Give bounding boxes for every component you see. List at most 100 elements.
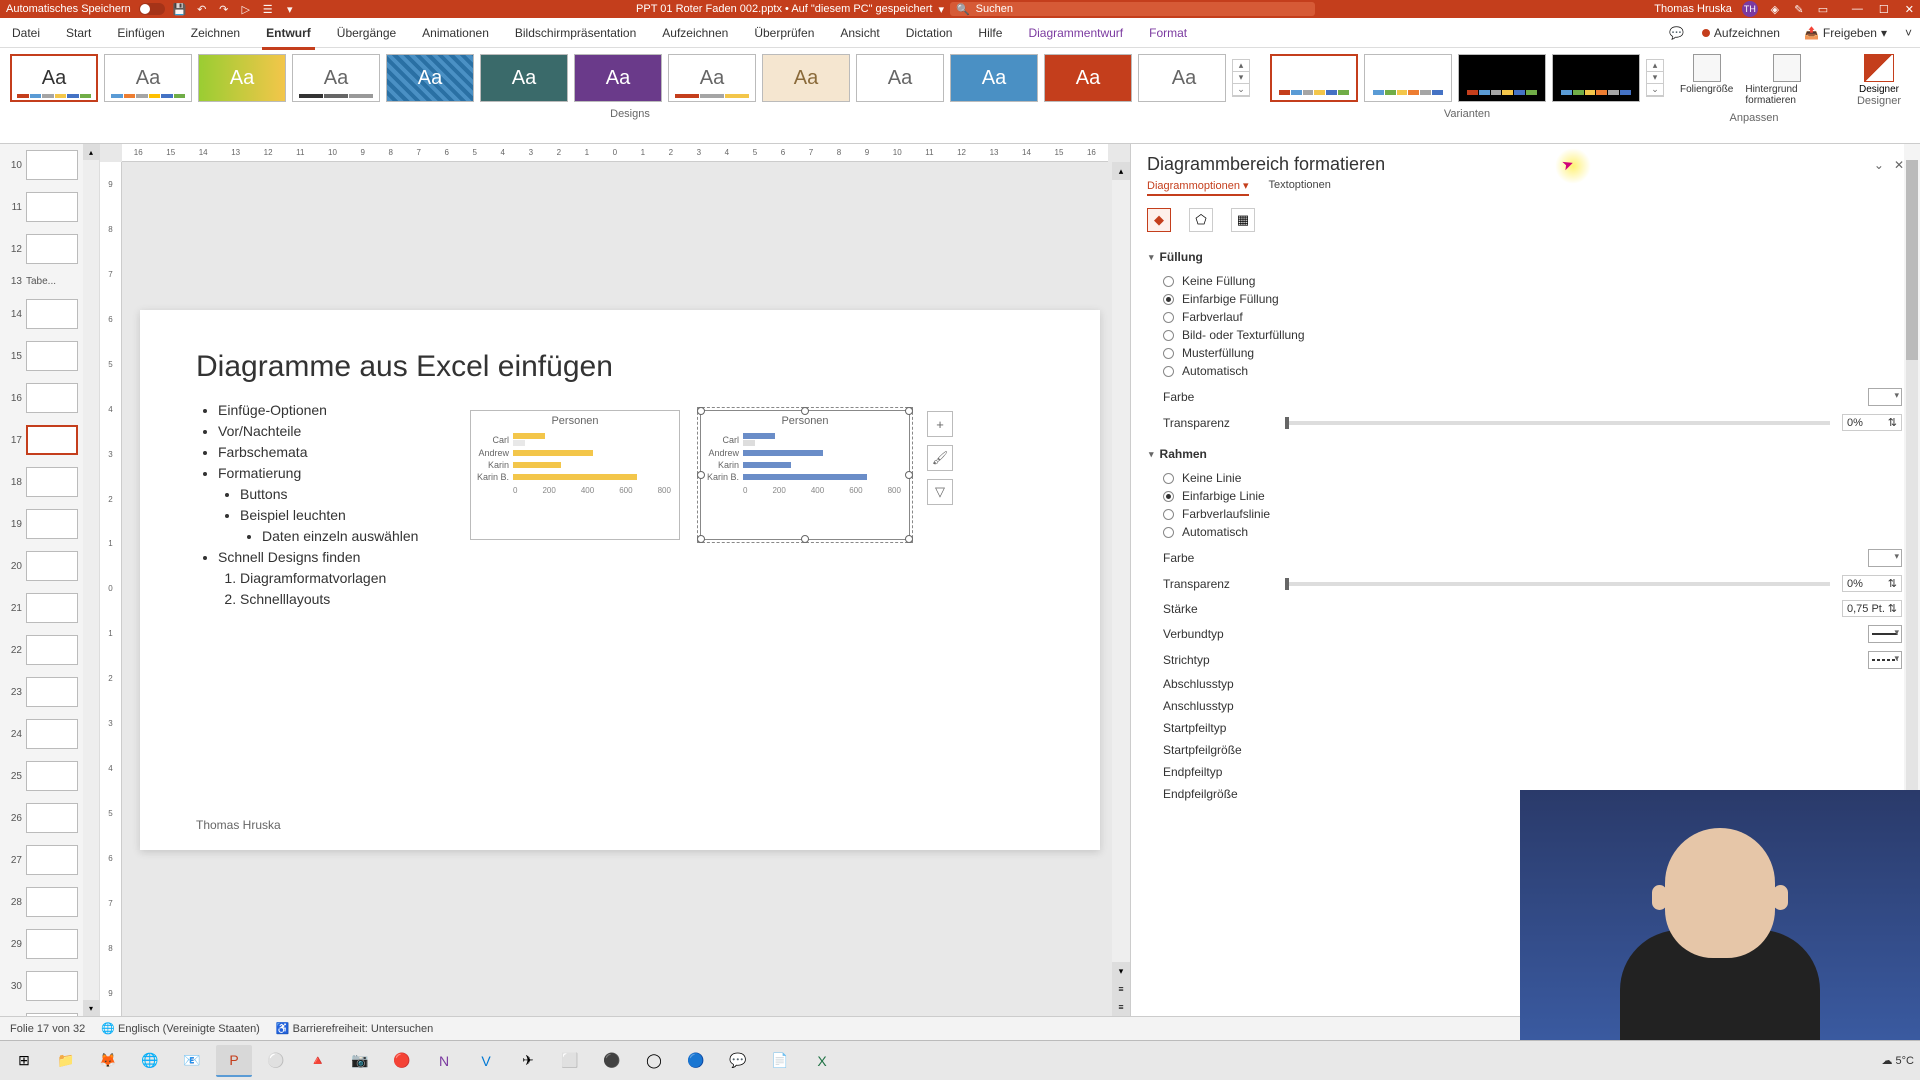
pane-close-icon[interactable]: ✕ xyxy=(1894,158,1904,172)
start-show-icon[interactable]: ▷ xyxy=(239,2,253,16)
accessibility-status[interactable]: ♿ Barrierefreiheit: Untersuchen xyxy=(276,1022,433,1035)
variant-4[interactable] xyxy=(1552,54,1640,102)
designer-button[interactable]: Designer xyxy=(1859,54,1899,95)
variant-1[interactable] xyxy=(1270,54,1358,102)
diamond-icon[interactable]: ◈ xyxy=(1768,2,1782,16)
border-compound-picker[interactable] xyxy=(1868,625,1902,643)
slide-panel-scrollbar[interactable]: ▴ ▾ xyxy=(83,144,99,1016)
resize-handle[interactable] xyxy=(905,535,913,543)
redo-icon[interactable]: ↷ xyxy=(217,2,231,16)
theme-2[interactable]: Aa xyxy=(104,54,192,102)
fill-color-picker[interactable] xyxy=(1868,388,1902,406)
size-props-icon[interactable]: ▦ xyxy=(1231,208,1255,232)
tab-einfuegen[interactable]: Einfügen xyxy=(113,22,168,44)
user-avatar[interactable]: TH xyxy=(1742,1,1758,17)
maximize-icon[interactable]: ☐ xyxy=(1879,3,1889,16)
scroll-up-icon[interactable]: ▴ xyxy=(83,144,99,160)
comments-icon[interactable]: 💬 xyxy=(1669,26,1684,40)
prev-slide-icon[interactable]: ≡ xyxy=(1112,980,1130,998)
resize-handle[interactable] xyxy=(697,407,705,415)
tab-entwurf[interactable]: Entwurf xyxy=(262,22,315,44)
tab-hilfe[interactable]: Hilfe xyxy=(974,22,1006,44)
border-gradient[interactable]: Farbverlaufslinie xyxy=(1163,505,1902,523)
fill-solid[interactable]: Einfarbige Füllung xyxy=(1163,290,1902,308)
fill-transp-slider[interactable] xyxy=(1285,421,1830,425)
search-box[interactable]: 🔍 Suchen xyxy=(950,2,1315,16)
resize-handle[interactable] xyxy=(801,407,809,415)
taskbar-obs-icon[interactable]: ⚫ xyxy=(594,1045,630,1077)
slide-counter[interactable]: Folie 17 von 32 xyxy=(10,1023,85,1035)
scroll-down-icon[interactable]: ▾ xyxy=(83,1000,99,1016)
taskbar-app7-icon[interactable]: 💬 xyxy=(720,1045,756,1077)
theme-6[interactable]: Aa xyxy=(480,54,568,102)
collapse-ribbon-icon[interactable]: ˅ xyxy=(1905,26,1912,40)
taskbar-app-icon[interactable]: ⚪ xyxy=(258,1045,294,1077)
qat-more-icon[interactable]: ▾ xyxy=(283,2,297,16)
tab-chart-options[interactable]: Diagrammoptionen ▾ xyxy=(1147,179,1249,196)
themes-expand[interactable]: ▴▾⌄ xyxy=(1232,59,1250,97)
taskbar-app2-icon[interactable]: 📷 xyxy=(342,1045,378,1077)
touch-mode-icon[interactable]: ☰ xyxy=(261,2,275,16)
variants-expand[interactable]: ▴▾⌄ xyxy=(1646,59,1664,97)
theme-13[interactable]: Aa xyxy=(1138,54,1226,102)
taskbar-telegram-icon[interactable]: ✈ xyxy=(510,1045,546,1077)
taskbar-app3-icon[interactable]: 🔴 xyxy=(384,1045,420,1077)
taskbar-app5-icon[interactable]: ◯ xyxy=(636,1045,672,1077)
format-background-button[interactable]: Hintergrund formatieren xyxy=(1745,54,1828,106)
taskbar-excel-icon[interactable]: X xyxy=(804,1045,840,1077)
minimize-icon[interactable]: — xyxy=(1852,3,1863,16)
border-transp-value[interactable]: 0%⇅ xyxy=(1842,575,1902,592)
tab-datei[interactable]: Datei xyxy=(8,22,44,44)
tab-ansicht[interactable]: Ansicht xyxy=(836,22,883,44)
border-width-value[interactable]: 0,75 Pt.⇅ xyxy=(1842,600,1902,617)
theme-7[interactable]: Aa xyxy=(574,54,662,102)
taskbar-chrome-icon[interactable]: 🌐 xyxy=(132,1045,168,1077)
tab-diagrammentwurf[interactable]: Diagrammentwurf xyxy=(1024,22,1127,44)
fill-none[interactable]: Keine Füllung xyxy=(1163,272,1902,290)
theme-12[interactable]: Aa xyxy=(1044,54,1132,102)
variant-2[interactable] xyxy=(1364,54,1452,102)
taskbar-vscode-icon[interactable]: V xyxy=(468,1045,504,1077)
variant-3[interactable] xyxy=(1458,54,1546,102)
taskbar-explorer-icon[interactable]: 📁 xyxy=(48,1045,84,1077)
tab-text-options[interactable]: Textoptionen xyxy=(1269,179,1331,196)
tab-format[interactable]: Format xyxy=(1145,22,1191,44)
theme-11[interactable]: Aa xyxy=(950,54,1038,102)
chart-left[interactable]: Personen CarlAndrewKarinKarin B. 0200400… xyxy=(470,410,680,540)
resize-handle[interactable] xyxy=(697,471,705,479)
border-none[interactable]: Keine Linie xyxy=(1163,469,1902,487)
fill-auto[interactable]: Automatisch xyxy=(1163,362,1902,380)
resize-handle[interactable] xyxy=(697,535,705,543)
tab-animationen[interactable]: Animationen xyxy=(418,22,493,44)
fill-pattern[interactable]: Musterfüllung xyxy=(1163,344,1902,362)
fill-picture[interactable]: Bild- oder Texturfüllung xyxy=(1163,326,1902,344)
theme-10[interactable]: Aa xyxy=(856,54,944,102)
share-button[interactable]: 📤Freigeben▾ xyxy=(1798,24,1893,42)
scroll-up-icon[interactable]: ▴ xyxy=(1112,162,1130,180)
undo-icon[interactable]: ↶ xyxy=(195,2,209,16)
pane-options-icon[interactable]: ⌄ xyxy=(1874,158,1884,172)
theme-office[interactable]: Aa xyxy=(10,54,98,102)
taskbar-firefox-icon[interactable]: 🦊 xyxy=(90,1045,126,1077)
chart-right[interactable]: Personen CarlAndrewKarinKarin B. 0200400… xyxy=(700,410,910,540)
save-icon[interactable]: 💾 xyxy=(173,2,187,16)
resize-handle[interactable] xyxy=(801,535,809,543)
tab-aufzeichnen[interactable]: Aufzeichnen xyxy=(658,22,732,44)
language-status[interactable]: 🌐 Englisch (Vereinigte Staaten) xyxy=(101,1022,260,1035)
theme-3[interactable]: Aa xyxy=(198,54,286,102)
border-transp-slider[interactable] xyxy=(1285,582,1830,586)
fill-transp-value[interactable]: 0%⇅ xyxy=(1842,414,1902,431)
taskbar-app6-icon[interactable]: 🔵 xyxy=(678,1045,714,1077)
taskbar-powerpoint-icon[interactable]: P xyxy=(216,1045,252,1077)
coming-soon-icon[interactable]: ✎ xyxy=(1792,2,1806,16)
tab-ueberpruefen[interactable]: Überprüfen xyxy=(750,22,818,44)
record-button[interactable]: Aufzeichnen xyxy=(1696,24,1786,42)
section-fill[interactable]: Füllung xyxy=(1149,246,1902,268)
autosave-toggle[interactable] xyxy=(139,3,165,15)
tab-uebergaenge[interactable]: Übergänge xyxy=(333,22,400,44)
tab-zeichnen[interactable]: Zeichnen xyxy=(187,22,244,44)
chart-styles-icon[interactable]: 🖌 xyxy=(927,445,953,471)
slide-size-button[interactable]: Foliengröße xyxy=(1680,54,1733,106)
border-solid[interactable]: Einfarbige Linie xyxy=(1163,487,1902,505)
title-dropdown-icon[interactable]: ▾ xyxy=(938,3,944,16)
